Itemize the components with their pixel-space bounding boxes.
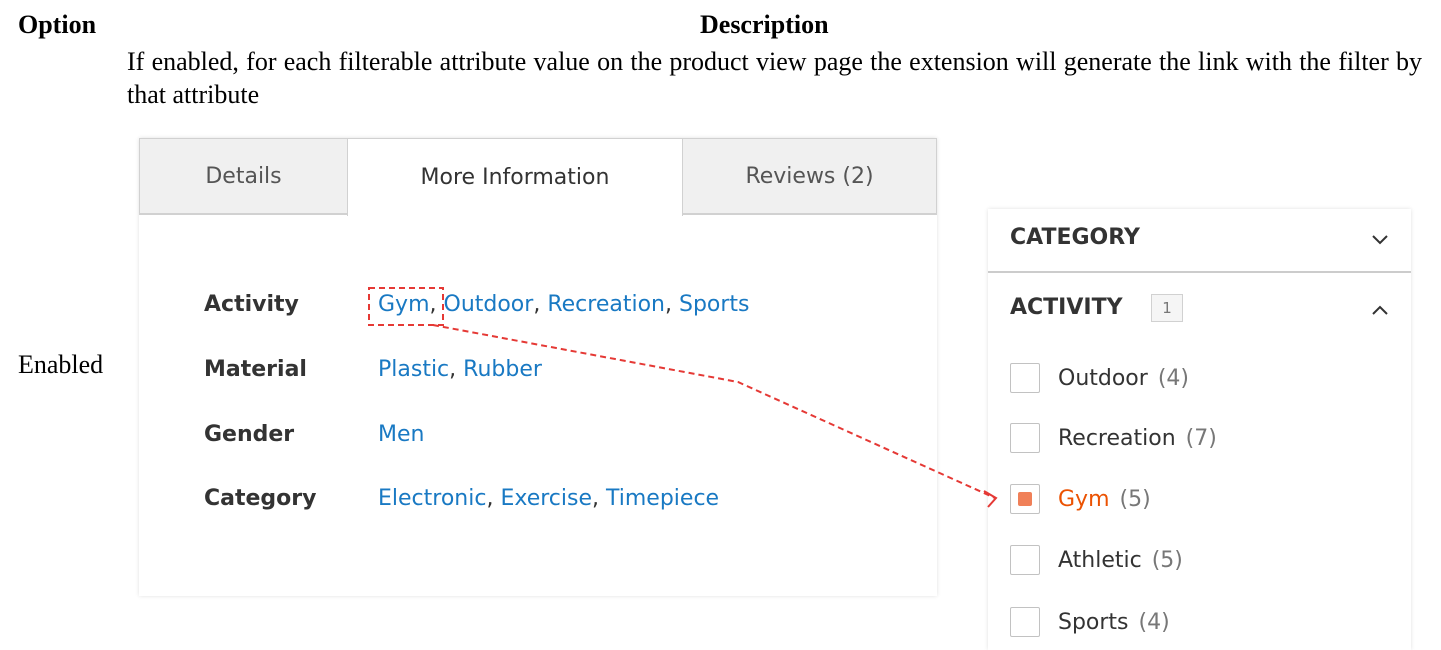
filter-option-count: (4)	[1138, 609, 1170, 635]
filter-title-activity[interactable]: ACTIVITY	[1010, 295, 1123, 320]
tab-more-information[interactable]: More Information	[347, 138, 683, 216]
attribute-row-activity: Activity Gym, Outdoor, Recreation, Sport…	[204, 292, 750, 317]
attribute-label: Material	[204, 357, 307, 382]
description-column-header: Description	[700, 10, 829, 39]
filter-option-label: Recreation	[1058, 425, 1176, 451]
filter-option-count: (5)	[1119, 486, 1151, 512]
attribute-values: Men	[378, 422, 424, 447]
checkbox[interactable]	[1010, 423, 1040, 453]
attribute-link-gym[interactable]: Gym	[378, 292, 430, 317]
attribute-label: Gender	[204, 422, 295, 447]
checkbox-checked[interactable]	[1010, 484, 1040, 514]
tab-details[interactable]: Details	[139, 138, 347, 214]
attribute-link-plastic[interactable]: Plastic	[378, 357, 449, 382]
option-column-header: Option	[18, 10, 97, 39]
attribute-label: Category	[204, 486, 317, 511]
attribute-link-electronic[interactable]: Electronic	[378, 486, 486, 511]
option-description: If enabled, for each filterable attribut…	[127, 47, 1422, 109]
checkbox[interactable]	[1010, 607, 1040, 637]
filter-divider	[988, 271, 1411, 273]
attribute-row-category: Category Electronic, Exercise, Timepiece	[204, 486, 719, 511]
attribute-link-exercise[interactable]: Exercise	[500, 486, 592, 511]
attribute-row-gender: Gender Men	[204, 422, 424, 447]
active-filter-count-badge: 1	[1151, 294, 1183, 322]
filter-option-outdoor[interactable]: Outdoor (4)	[1010, 363, 1189, 393]
filter-option-count: (7)	[1185, 425, 1217, 451]
filter-option-label: Athletic	[1058, 547, 1142, 573]
tab-reviews[interactable]: Reviews (2)	[682, 138, 937, 214]
filter-option-count: (4)	[1157, 365, 1189, 391]
option-value: Enabled	[18, 350, 104, 379]
chevron-up-icon[interactable]	[1371, 301, 1389, 319]
filter-option-label: Outdoor	[1058, 365, 1148, 391]
attribute-link-men[interactable]: Men	[378, 422, 424, 447]
attribute-link-sports[interactable]: Sports	[679, 292, 750, 317]
filter-option-label: Sports	[1058, 609, 1129, 635]
attribute-values: Electronic, Exercise, Timepiece	[378, 486, 720, 511]
attribute-link-recreation[interactable]: Recreation	[547, 292, 665, 317]
filter-option-count: (5)	[1151, 547, 1183, 573]
attribute-link-rubber[interactable]: Rubber	[463, 357, 542, 382]
attribute-link-timepiece[interactable]: Timepiece	[606, 486, 719, 511]
attribute-link-outdoor[interactable]: Outdoor	[444, 292, 534, 317]
checkbox[interactable]	[1010, 545, 1040, 575]
layered-navigation-filter: CATEGORY ACTIVITY 1 Outdoor (4) Recreati…	[988, 209, 1411, 650]
filter-option-sports[interactable]: Sports (4)	[1010, 607, 1170, 637]
tab-divider	[682, 214, 937, 215]
attribute-row-material: Material Plastic, Rubber	[204, 357, 542, 382]
filter-option-label: Gym	[1058, 486, 1110, 512]
tab-divider	[139, 214, 347, 215]
product-info-panel: Details More Information Reviews (2) Act…	[139, 138, 937, 596]
filter-title-category[interactable]: CATEGORY	[1010, 225, 1140, 250]
filter-option-recreation[interactable]: Recreation (7)	[1010, 423, 1217, 453]
checkbox[interactable]	[1010, 363, 1040, 393]
attribute-label: Activity	[204, 292, 299, 317]
attribute-values: Gym, Outdoor, Recreation, Sports	[378, 292, 750, 317]
filter-option-athletic[interactable]: Athletic (5)	[1010, 545, 1183, 575]
attribute-values: Plastic, Rubber	[378, 357, 542, 382]
filter-option-gym[interactable]: Gym (5)	[1010, 484, 1151, 514]
chevron-down-icon[interactable]	[1371, 231, 1389, 249]
